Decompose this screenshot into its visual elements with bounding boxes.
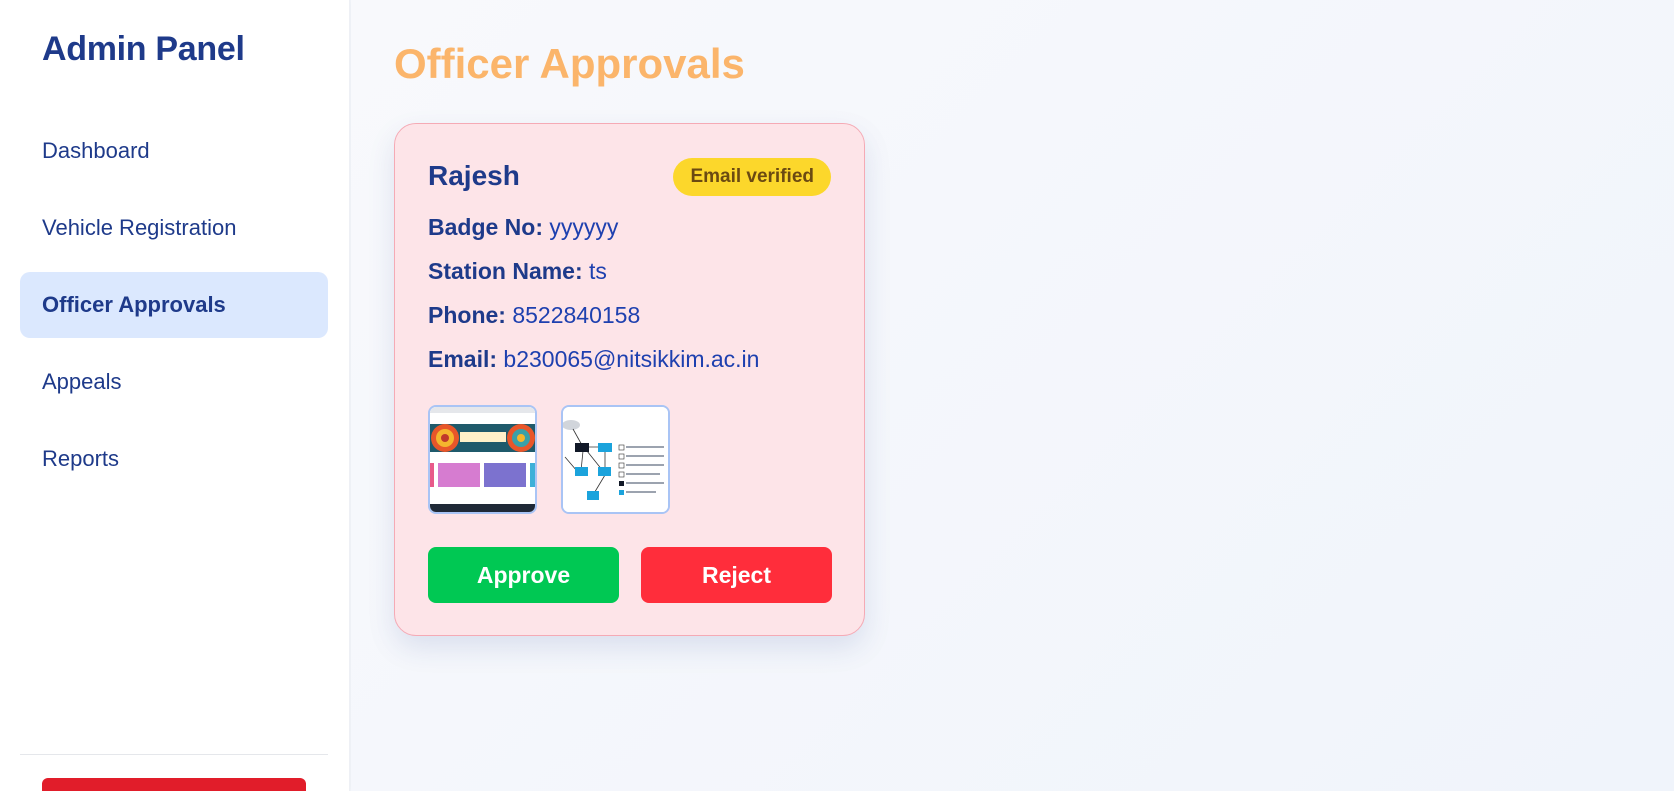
sidebar-divider (20, 754, 328, 755)
approve-button[interactable]: Approve (428, 547, 619, 603)
badge-no-value: yyyyyy (549, 214, 619, 240)
sidebar-item-vehicle-registration[interactable]: Vehicle Registration (20, 195, 328, 261)
officer-name: Rajesh (428, 160, 520, 191)
document-thumbnail-1[interactable] (428, 405, 537, 514)
brand-title: Admin Panel (42, 30, 245, 68)
sidebar-item-reports[interactable]: Reports (20, 426, 328, 492)
phone-value: 8522840158 (512, 302, 641, 328)
sidebar: Admin Panel Dashboard Vehicle Registrati… (0, 0, 350, 791)
sidebar-item-dashboard[interactable]: Dashboard (20, 118, 328, 184)
phone-field: Phone: 8522840158 (428, 302, 640, 329)
sidebar-item-appeals[interactable]: Appeals (20, 349, 328, 415)
officer-card: Rajesh Email verified Badge No: yyyyyy S… (394, 123, 865, 636)
logout-button[interactable] (42, 778, 306, 791)
status-badge: Email verified (673, 158, 831, 196)
phone-label: Phone: (428, 302, 506, 328)
station-name-field: Station Name: ts (428, 258, 607, 285)
document-thumbnails (428, 405, 670, 514)
station-name-value: ts (589, 258, 607, 284)
reject-button[interactable]: Reject (641, 547, 832, 603)
document-thumbnail-2[interactable] (561, 405, 670, 514)
sidebar-nav: Dashboard Vehicle Registration Officer A… (20, 118, 328, 503)
sidebar-item-officer-approvals[interactable]: Officer Approvals (20, 272, 328, 338)
email-label: Email: (428, 346, 498, 372)
email-field: Email: b230065@nitsikkim.ac.in (428, 346, 759, 373)
badge-no-label: Badge No: (428, 214, 543, 240)
email-value: b230065@nitsikkim.ac.in (503, 346, 760, 372)
page-title: Officer Approvals (394, 40, 745, 87)
station-name-label: Station Name: (428, 258, 583, 284)
badge-no-field: Badge No: yyyyyy (428, 214, 618, 241)
main-content: Officer Approvals Rajesh Email verified … (351, 0, 1674, 791)
